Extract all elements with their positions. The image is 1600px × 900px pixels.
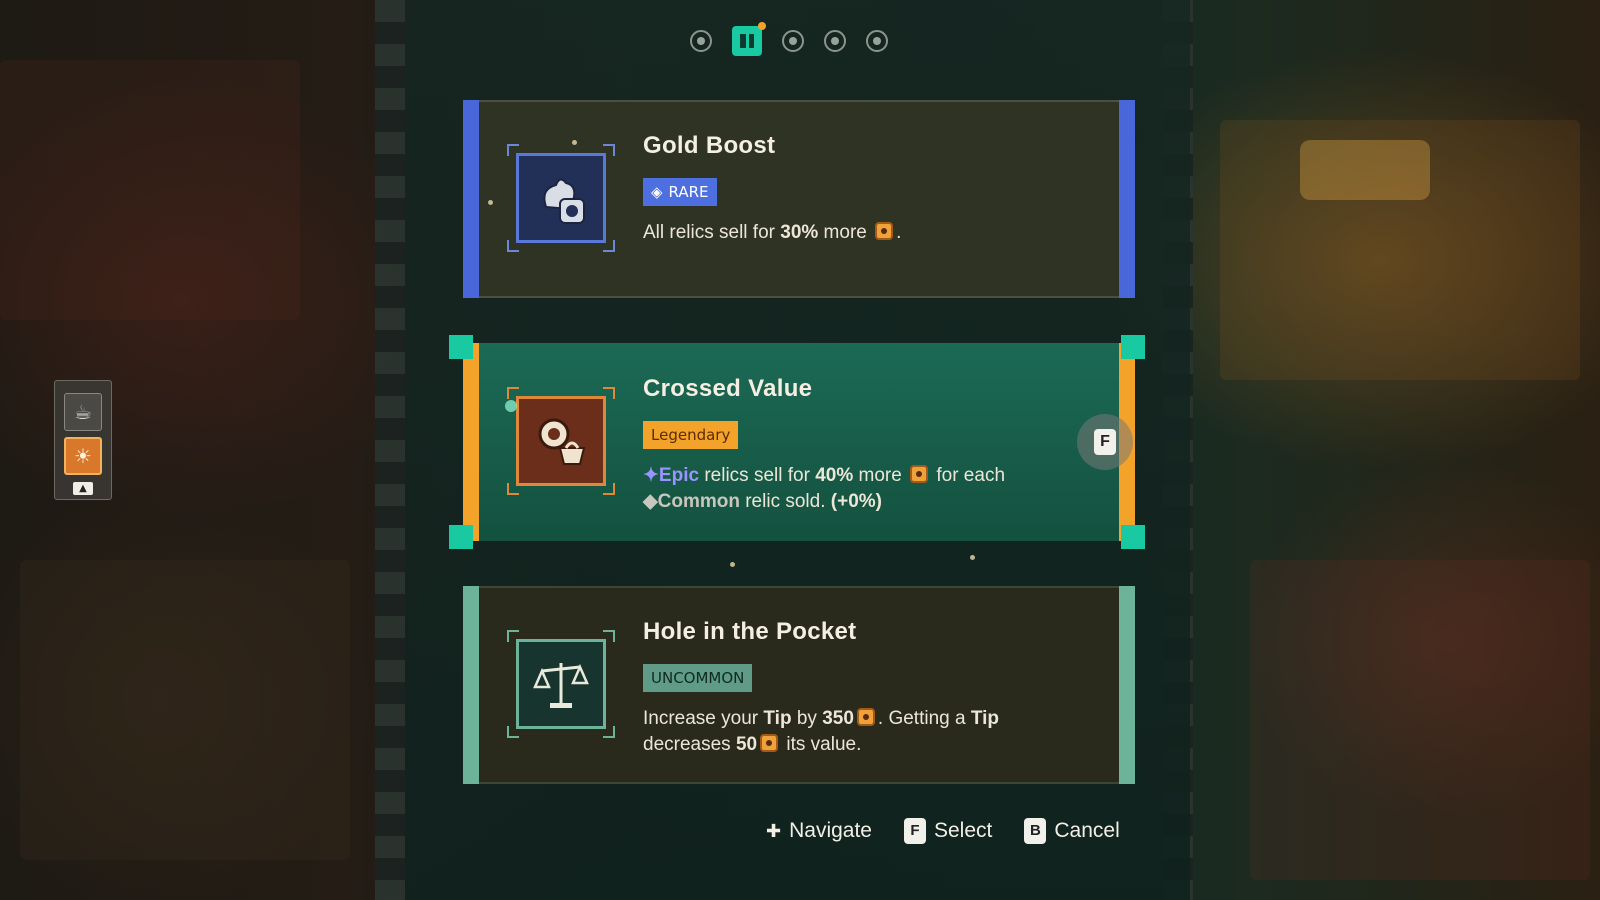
gold-coin-icon	[875, 222, 894, 240]
gold-coin-icon	[760, 734, 779, 752]
owned-relics-panel: ☕ ☀ ▲	[54, 380, 112, 500]
b-key-icon: B	[1024, 818, 1047, 844]
dpad-icon: ✚	[766, 820, 782, 841]
relic-card-gold-boost[interactable]: Gold Boost ◈ RARE All relics sell for 30…	[463, 100, 1135, 298]
controls-footer: ✚ Navigate F Select B Cancel	[766, 818, 1120, 844]
card-title: Gold Boost	[643, 132, 776, 159]
relic-icon-frame	[507, 630, 615, 738]
rarity-label: Legendary	[651, 426, 731, 444]
select-label: Select	[933, 819, 993, 842]
notification-pip	[758, 22, 766, 30]
sparkle-particle	[505, 400, 517, 412]
card-description: All relics sell for 30% more .	[643, 222, 902, 243]
rarity-label: UNCOMMON	[651, 669, 745, 687]
sparkle-particle	[970, 555, 975, 560]
common-tag: ◆Common	[643, 491, 740, 512]
rarity-badge-legendary: Legendary	[643, 421, 739, 449]
relic-icon-frame	[507, 144, 615, 252]
card-rail-left	[463, 586, 479, 784]
left-rope-border	[375, 0, 405, 900]
card-description: ✦Epic relics sell for 40% more for each …	[643, 465, 1006, 512]
card-title: Crossed Value	[643, 375, 813, 402]
cancel-label: Cancel	[1054, 819, 1120, 842]
bg-scene-left-floor	[20, 560, 350, 860]
selection-corner-tr	[1121, 335, 1145, 359]
expand-list-button[interactable]: ▲	[73, 482, 93, 495]
select-button[interactable]: F Select	[903, 818, 993, 844]
page-dot-3[interactable]	[782, 30, 804, 52]
teapot-coin-icon	[516, 153, 606, 243]
page-dot-1[interactable]	[690, 30, 712, 52]
rarity-badge-uncommon: UNCOMMON	[643, 664, 753, 692]
f-key-icon: F	[903, 818, 926, 844]
page-dot-2-active[interactable]	[732, 22, 766, 56]
bg-scene-lamp	[1300, 140, 1430, 200]
selection-corner-br	[1121, 525, 1145, 549]
card-rail-left	[463, 343, 479, 541]
card-rail-right	[1119, 586, 1135, 784]
sparkle-particle	[572, 140, 577, 145]
relic-card-hole-in-the-pocket[interactable]: Hole in the Pocket UNCOMMON Increase you…	[463, 586, 1135, 784]
bg-scene-left-crates	[0, 60, 300, 320]
bg-scene-right-stall	[1250, 560, 1590, 880]
card-rail-right	[1119, 100, 1135, 298]
card-title: Hole in the Pocket	[643, 618, 857, 645]
wreath-basket-icon	[516, 396, 606, 486]
page-dot-5[interactable]	[866, 30, 888, 52]
card-description: Increase your Tip by 350. Getting a Tip …	[643, 708, 999, 755]
rarity-badge-rare: ◈ RARE	[643, 178, 717, 206]
gold-coin-icon	[856, 708, 875, 726]
owned-relic-teapot-icon[interactable]: ☕	[64, 393, 102, 431]
rarity-label: RARE	[668, 183, 709, 201]
select-hint-badge[interactable]: F	[1077, 414, 1133, 470]
page-indicator	[690, 22, 888, 56]
relic-card-crossed-value[interactable]: Crossed Value Legendary ✦Epic relics sel…	[449, 335, 1145, 549]
cancel-button[interactable]: B Cancel	[1024, 818, 1120, 844]
relic-icon-frame	[507, 387, 615, 495]
epic-tag: ✦Epic	[643, 465, 700, 486]
f-key-icon: F	[1094, 429, 1116, 455]
page-dot-4[interactable]	[824, 30, 846, 52]
relic-page-icon	[740, 34, 754, 48]
owned-relic-sun-icon[interactable]: ☀	[64, 437, 102, 475]
card-rail-left	[463, 100, 479, 298]
navigate-label: Navigate	[789, 819, 872, 842]
rare-diamond-icon: ◈	[651, 183, 663, 201]
selection-corner-bl	[449, 525, 473, 549]
gold-coin-icon	[910, 465, 929, 483]
selection-corner-tl	[449, 335, 473, 359]
sparkle-particle	[488, 200, 493, 205]
sparkle-particle	[730, 562, 735, 567]
navigate-hint[interactable]: ✚ Navigate	[766, 819, 872, 843]
scales-icon	[516, 639, 606, 729]
